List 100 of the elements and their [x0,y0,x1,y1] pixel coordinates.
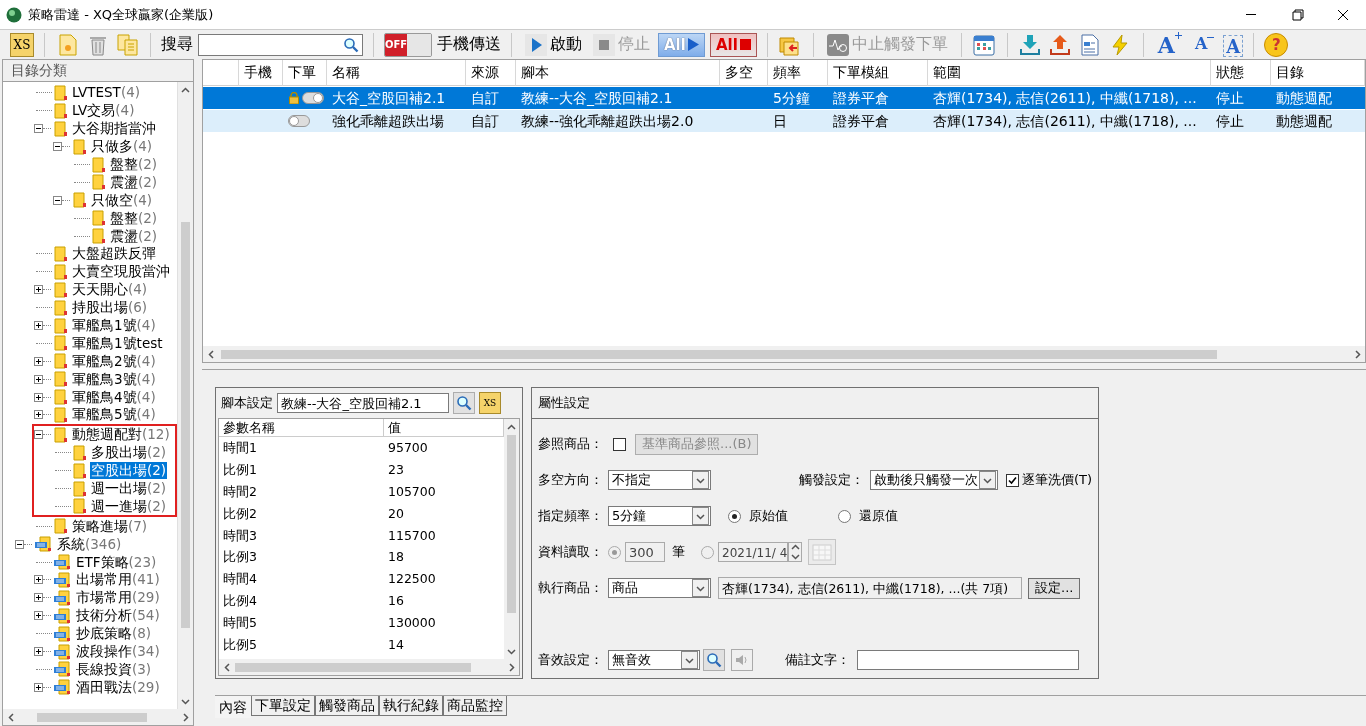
field-label: 音效設定： [538,651,604,669]
start-button[interactable]: 啟動 [522,32,585,57]
table-cell-text: 證券平倉 [832,89,890,108]
tree-item[interactable]: 盤整(2) [109,209,159,227]
tree-item[interactable]: 市場常用(29) [75,589,161,607]
table-cell-text: 16 [387,592,405,611]
column-header[interactable]: 參數名稱 [219,419,384,437]
table-cell-text: 教練--強化乖離超跌出場2.0 [520,112,695,131]
tree-item[interactable]: 多股出場(2) [90,444,168,462]
font-size-button[interactable]: A [1153,31,1186,58]
column-header[interactable]: 來源 [466,60,516,86]
tree-item[interactable]: 軍艦鳥4號(4) [71,388,157,406]
column-header[interactable]: 下單模組 [828,60,928,86]
tree-item[interactable]: 波段操作(34) [75,643,161,661]
table-cell-text: 自訂 [470,112,500,131]
tree-item[interactable]: 大賣空現股當沖 [71,263,171,281]
table-cell-text: 比例3 [222,548,258,567]
script-editor-button[interactable]: XS [479,392,501,414]
tree-item[interactable]: 出場常用(41) [75,571,161,589]
table-cell-text: 時間4 [222,570,258,589]
tree-item[interactable]: 空股出場(2) [90,462,168,480]
stop-all-button[interactable]: All [709,32,757,57]
table-cell-text: 122500 [387,570,437,589]
phone-send-label: 手機傳送 [437,34,501,55]
column-header[interactable]: 多空 [720,60,768,86]
tree-item[interactable]: 技術分析(54) [75,607,161,625]
column-header[interactable]: 目錄 [1271,60,1365,86]
tree-item[interactable]: 軍艦鳥1號test [71,334,164,352]
tree-item[interactable]: 動態週配對(12) [71,426,171,444]
tree-item[interactable]: 只做空(4) [90,191,154,209]
column-header[interactable]: 頻率 [768,60,828,86]
tree-item[interactable]: 大盤超跌反彈 [71,245,157,263]
table-cell-text: 杏輝(1734), 志信(2611), 中纖(1718), ... [932,89,1198,108]
table-cell-text: 95700 [387,439,429,457]
field-label: 備註文字： [785,651,851,669]
field-label: 資料讀取： [538,543,604,561]
tree-item[interactable]: 軍艦鳥3號(4) [71,370,157,388]
tab[interactable]: 執行紀錄 [379,696,443,716]
tree-item[interactable]: 策略進場(7) [71,517,149,535]
search-label: 搜尋 [161,34,193,55]
tab[interactable]: 內容 [215,696,251,718]
table-cell-text: 105700 [387,482,437,501]
table-cell-text: 時間5 [222,614,258,633]
font-size-button[interactable]: A [1190,29,1219,60]
tree-item[interactable]: 週一進場(2) [90,497,168,515]
field-label: 參照商品： [538,435,604,453]
column-header[interactable]: 腳本 [516,60,720,86]
tree-item[interactable]: 天天開心(4) [71,281,149,299]
table-cell-text: 23 [387,460,405,479]
table-cell-text: 動態週配 [1275,112,1333,131]
tree-item[interactable]: 抄底策略(8) [75,625,153,643]
dropdown[interactable]: 5分鐘 [608,506,711,526]
tab[interactable]: 下單設定 [251,696,315,716]
tree-item[interactable]: 軍艦鳥1號(4) [71,317,157,334]
table-cell-text: 停止 [1215,112,1245,131]
table-cell-text: 比例5 [222,636,258,654]
table-row[interactable]: 強化乖離超跌出場 自訂 教練--強化乖離超跌出場2.0 日 證券平倉 杏輝(1734), 志信(2611), 中纖(1718), ... 停止 動態週配 [203,110,1365,132]
target-list-field[interactable]: 杏輝(1734), 志信(2611), 中纖(1718), ...(共 7項) [718,577,1022,599]
dropdown[interactable]: 不指定 [608,470,711,490]
radio-label: 還原值 [859,507,898,525]
table-cell-text: 比例4 [222,592,258,611]
tree-item[interactable]: 軍艦鳥5號(4) [71,406,157,424]
tab[interactable]: 商品監控 [443,696,507,716]
table-cell-text: 動態週配 [1275,89,1333,108]
dropdown[interactable]: 啟動後只觸發一次 [870,470,998,490]
tree-item[interactable]: 系統(346) [56,535,123,553]
tree-item[interactable]: 軍艦鳥2號(4) [71,352,157,370]
column-header[interactable]: 狀態 [1211,60,1271,86]
column-header[interactable]: 手機 [239,60,283,86]
tree-item[interactable]: 週一出場(2) [90,480,168,498]
column-header[interactable]: 範圍 [928,60,1211,86]
field-label: 觸發設定： [799,471,865,489]
settings-button[interactable]: 設定... [1028,577,1081,599]
column-header[interactable]: 下單 [283,60,327,86]
tree-item[interactable]: ETF策略(23) [75,553,158,571]
dropdown[interactable]: 無音效 [608,650,700,670]
tree-item[interactable]: 酒田戰法(29) [75,678,161,696]
script-editor-button[interactable]: XS [10,32,34,57]
tree-item[interactable]: LV交易(4) [71,102,136,120]
font-size-button[interactable]: A [1223,34,1244,57]
tree-item[interactable]: 持股出場(6) [71,299,149,317]
table-row[interactable]: 大谷_空股回補2.1 自訂 教練--大谷_空股回補2.1 5分鐘 證券平倉 杏輝(1734), 志信(2611), 中纖(1718), ... 停止 動態週配 [203,87,1365,109]
column-header[interactable]: 值 [384,419,504,437]
tree-item[interactable]: 震盪(2) [109,227,159,245]
tree-item[interactable]: 只做多(4) [90,138,154,156]
dropdown[interactable]: 商品 [608,578,711,598]
table-cell-text: 強化乖離超跌出場 [331,112,445,131]
table-cell-text: 比例2 [222,504,258,523]
table-cell-text: 130000 [387,614,437,633]
phone-toggle-switch[interactable]: OFF [384,32,432,57]
tab[interactable]: 觸發商品 [315,696,379,716]
script-field[interactable]: 教練--大谷_空股回補2.1 [277,393,449,413]
tree-item[interactable]: 大谷期指當沖 [71,120,157,138]
window-title: 策略雷達 - XQ全球贏家(企業版) [28,5,214,24]
column-header[interactable]: 名稱 [327,60,466,86]
tree-item[interactable]: 震盪(2) [109,173,159,191]
field-label: 腳本設定 [221,394,273,412]
tree-item[interactable]: 盤整(2) [109,156,159,173]
tree-item[interactable]: LVTEST(4) [71,84,141,102]
tree-item[interactable]: 長線投資(3) [75,660,153,678]
